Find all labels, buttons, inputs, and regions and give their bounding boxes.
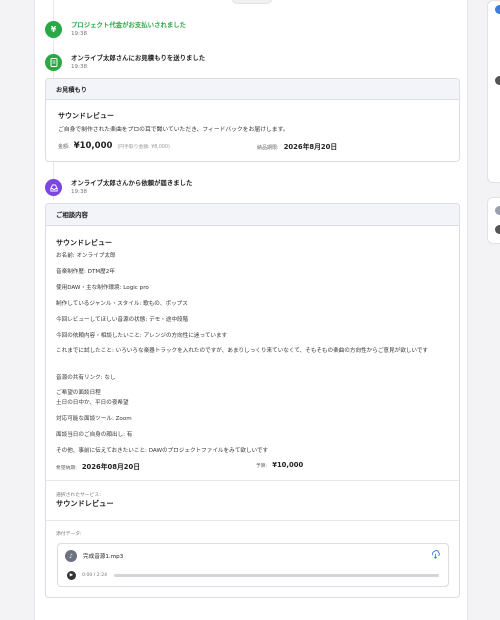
quote-description: ご自身で制作された楽曲をプロの耳で聞いていただき、フィードバックをお届けします。	[58, 127, 289, 133]
request-card-header: ご相談内容	[46, 204, 459, 226]
event-title: オンライブ太郎さんにお見積もりを送りました	[71, 54, 206, 62]
request-line: 今回の依頼内容・相談したいこと: アレンジの方向性に迷っています	[56, 333, 228, 339]
request-line: 制作しているジャンル・スタイル: 歌もの、ポップス	[56, 301, 188, 307]
request-line: 面談当日のご自身の顔出し: 有	[56, 432, 133, 438]
request-card: ご相談内容 サウンドレビュー お名前: オンライブ太郎 音楽制作歴: DTM歴2…	[45, 203, 460, 598]
request-line: これまでに試したこと: いろいろな楽器トラックを入れたのですが、あまりしっくり来…	[56, 348, 429, 354]
inbox-icon	[45, 179, 62, 196]
request-line: 今回レビューしてほしい音源の状態: デモ・途中段階	[56, 317, 189, 323]
event-quote-sent: オンライブ太郎さんにお見積もりを送りました 19:38	[45, 53, 445, 79]
request-line: 土日の日中か、平日の夜希望	[56, 400, 129, 406]
event-time: 19:38	[71, 31, 88, 37]
request-line: その他、事前に伝えておきたいこと: DAWのプロジェクトファイルをみて欲しいです	[56, 448, 269, 454]
request-line: 音楽制作歴: DTM歴2年	[56, 269, 115, 275]
request-title: サウンドレビュー	[56, 239, 112, 247]
quote-title: サウンドレビュー	[58, 112, 114, 120]
music-file-icon: ♪	[65, 550, 77, 562]
right-sidebar	[487, 0, 500, 620]
deadline-label: 希望納期:	[56, 466, 77, 471]
load-more-pill[interactable]	[232, 0, 272, 4]
delivery-label: 納品期限:	[257, 145, 279, 151]
settings-icon	[495, 206, 500, 215]
budget-label: 予算:	[256, 464, 268, 469]
avatar	[495, 225, 500, 234]
service-label: 選択されたサービス:	[56, 493, 101, 498]
event-request-received: オンライブ太郎さんから依頼が届きました 19:38	[45, 178, 445, 204]
quote-card-header: お見積もり	[46, 79, 459, 100]
audio-attachment: ♪ 完成音源1.mp3 ▶ 0:00 / 2:24	[57, 543, 449, 587]
divider	[46, 520, 459, 521]
request-line: 使用DAW・主な制作環境: Logic pro	[56, 285, 149, 291]
request-line: お名前: オンライブ太郎	[56, 253, 116, 259]
audio-progress-bar[interactable]	[114, 574, 439, 577]
yen-icon: ¥	[45, 21, 62, 38]
quote-price-row: 金額: ¥10,000 (円手取り金額: ¥8,000)	[58, 141, 170, 151]
deadline-value: 2026年08月20日	[81, 463, 141, 471]
quote-card: お見積もり サウンドレビュー ご自身で制作された楽曲をプロの耳で聞いていただき、…	[45, 78, 460, 162]
avatar	[495, 76, 500, 85]
divider	[46, 480, 459, 481]
event-title: オンライブ太郎さんから依頼が届きました	[71, 179, 193, 187]
blue-badge-icon	[495, 5, 500, 14]
deadline-row: 希望納期: 2026年08月20日	[56, 461, 140, 471]
request-line: ご希望の面談日程	[56, 390, 101, 396]
price-note: (円手取り金額: ¥8,000)	[117, 145, 170, 150]
right-member-card	[487, 197, 500, 244]
event-time: 19:38	[71, 189, 88, 195]
play-icon[interactable]: ▶	[67, 571, 76, 580]
price-label: 金額:	[58, 144, 70, 150]
download-icon[interactable]	[431, 550, 440, 561]
attachment-label: 添付データ:	[56, 532, 82, 537]
request-line: 対応可能な面談ツール: Zoom	[56, 416, 132, 422]
delivery-date: 2026年8月20日	[283, 143, 338, 151]
service-name: サウンドレビュー	[56, 499, 114, 508]
event-time: 19:38	[71, 64, 88, 70]
quote-delivery-row: 納品期限: 2026年8月20日	[257, 141, 337, 151]
request-line: 音源の共有リンク: なし	[56, 375, 116, 381]
budget-value: ¥10,000	[272, 461, 304, 469]
document-icon	[45, 54, 62, 71]
event-payment: ¥ プロジェクト代金がお支払いされました 19:38	[45, 20, 445, 46]
price-value: ¥10,000	[73, 141, 113, 151]
event-title: プロジェクト代金がお支払いされました	[71, 21, 187, 29]
right-info-card	[487, 0, 500, 183]
audio-file-name: 完成音源1.mp3	[83, 554, 124, 560]
budget-row: 予算: ¥10,000	[256, 461, 303, 469]
audio-time: 0:00 / 2:24	[82, 572, 108, 578]
